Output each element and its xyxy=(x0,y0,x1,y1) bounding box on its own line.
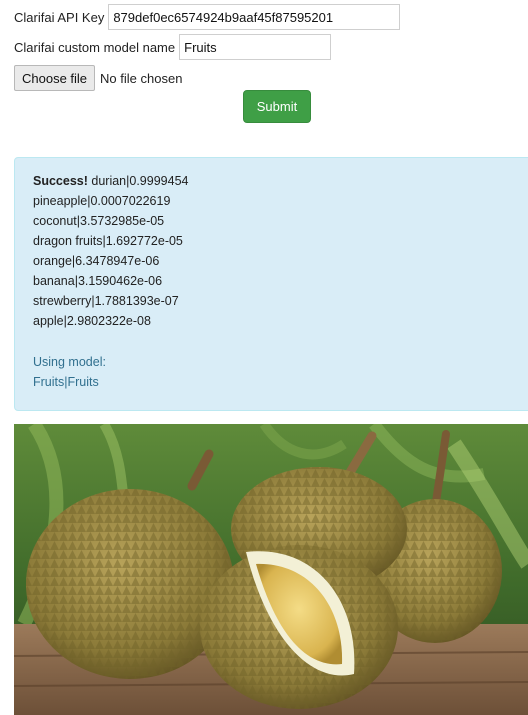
submit-button[interactable]: Submit xyxy=(243,90,311,123)
prediction-text: durian|0.9999454 xyxy=(91,174,189,188)
uploaded-image xyxy=(14,424,528,715)
model-heading: Using model: xyxy=(33,355,106,369)
prediction-line: orange|6.3478947e-06 xyxy=(33,254,160,268)
success-label: Success! xyxy=(33,174,88,188)
prediction-line: banana|3.1590462e-06 xyxy=(33,274,163,288)
prediction-line: apple|2.9802322e-08 xyxy=(33,314,151,328)
prediction-line: coconut|3.5732985e-05 xyxy=(33,214,165,228)
api-key-label: Clarifai API Key xyxy=(14,9,105,25)
durian-photo xyxy=(14,424,528,715)
choose-file-button[interactable]: Choose file xyxy=(14,65,96,91)
prediction-line: dragon fruits|1.692772e-05 xyxy=(33,234,183,248)
prediction-line: strewberry|1.7881393e-07 xyxy=(33,294,179,308)
api-key-row: Clarifai API Key xyxy=(14,4,401,30)
prediction-line: pineapple|0.0007022619 xyxy=(33,194,171,208)
model-value: Fruits|Fruits xyxy=(33,375,99,389)
api-key-input[interactable] xyxy=(108,4,401,30)
model-name-row: Clarifai custom model name xyxy=(14,34,332,60)
model-name-label: Clarifai custom model name xyxy=(14,39,176,55)
result-alert: Success! durian|0.9999454 pineapple|0.00… xyxy=(14,157,528,411)
model-name-input[interactable] xyxy=(179,34,332,60)
file-row: Choose file No file chosen xyxy=(14,65,182,91)
prediction-line: Success! durian|0.9999454 xyxy=(33,171,523,191)
file-status: No file chosen xyxy=(100,70,183,86)
